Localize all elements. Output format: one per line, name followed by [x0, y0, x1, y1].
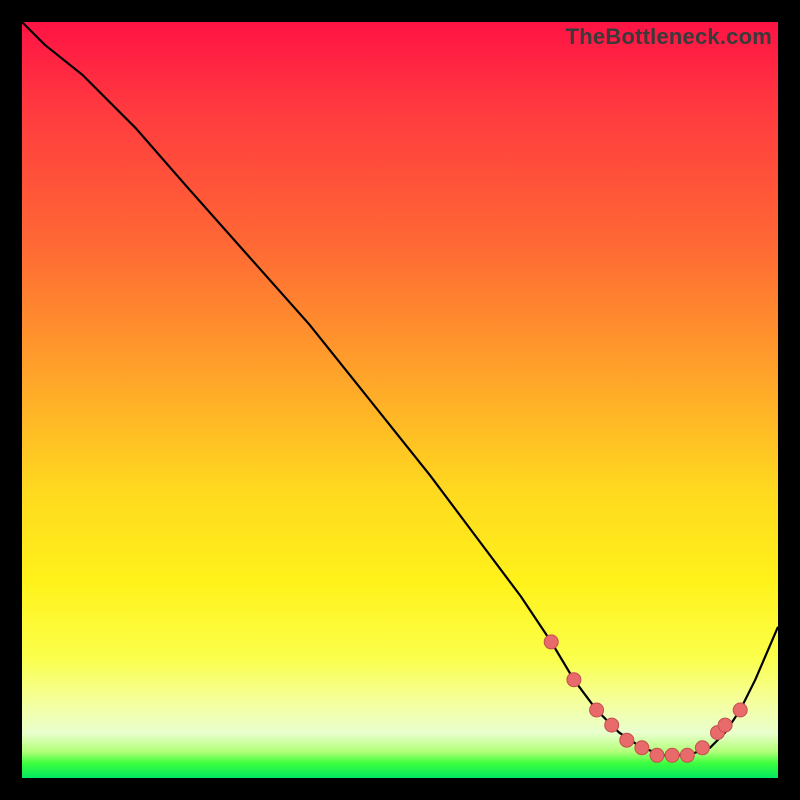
curve-marker — [605, 718, 619, 732]
curve-marker — [590, 703, 604, 717]
curve-marker — [650, 748, 664, 762]
curve-marker — [718, 718, 732, 732]
curve-line — [22, 22, 778, 755]
curve-marker — [567, 673, 581, 687]
curve-marker — [665, 748, 679, 762]
chart-frame: TheBottleneck.com — [22, 22, 778, 778]
curve-marker — [680, 748, 694, 762]
curve-marker — [695, 741, 709, 755]
curve-marker — [544, 635, 558, 649]
curve-marker — [620, 733, 634, 747]
bottleneck-curve — [22, 22, 778, 778]
curve-markers — [544, 635, 747, 762]
curve-marker — [733, 703, 747, 717]
curve-marker — [635, 741, 649, 755]
